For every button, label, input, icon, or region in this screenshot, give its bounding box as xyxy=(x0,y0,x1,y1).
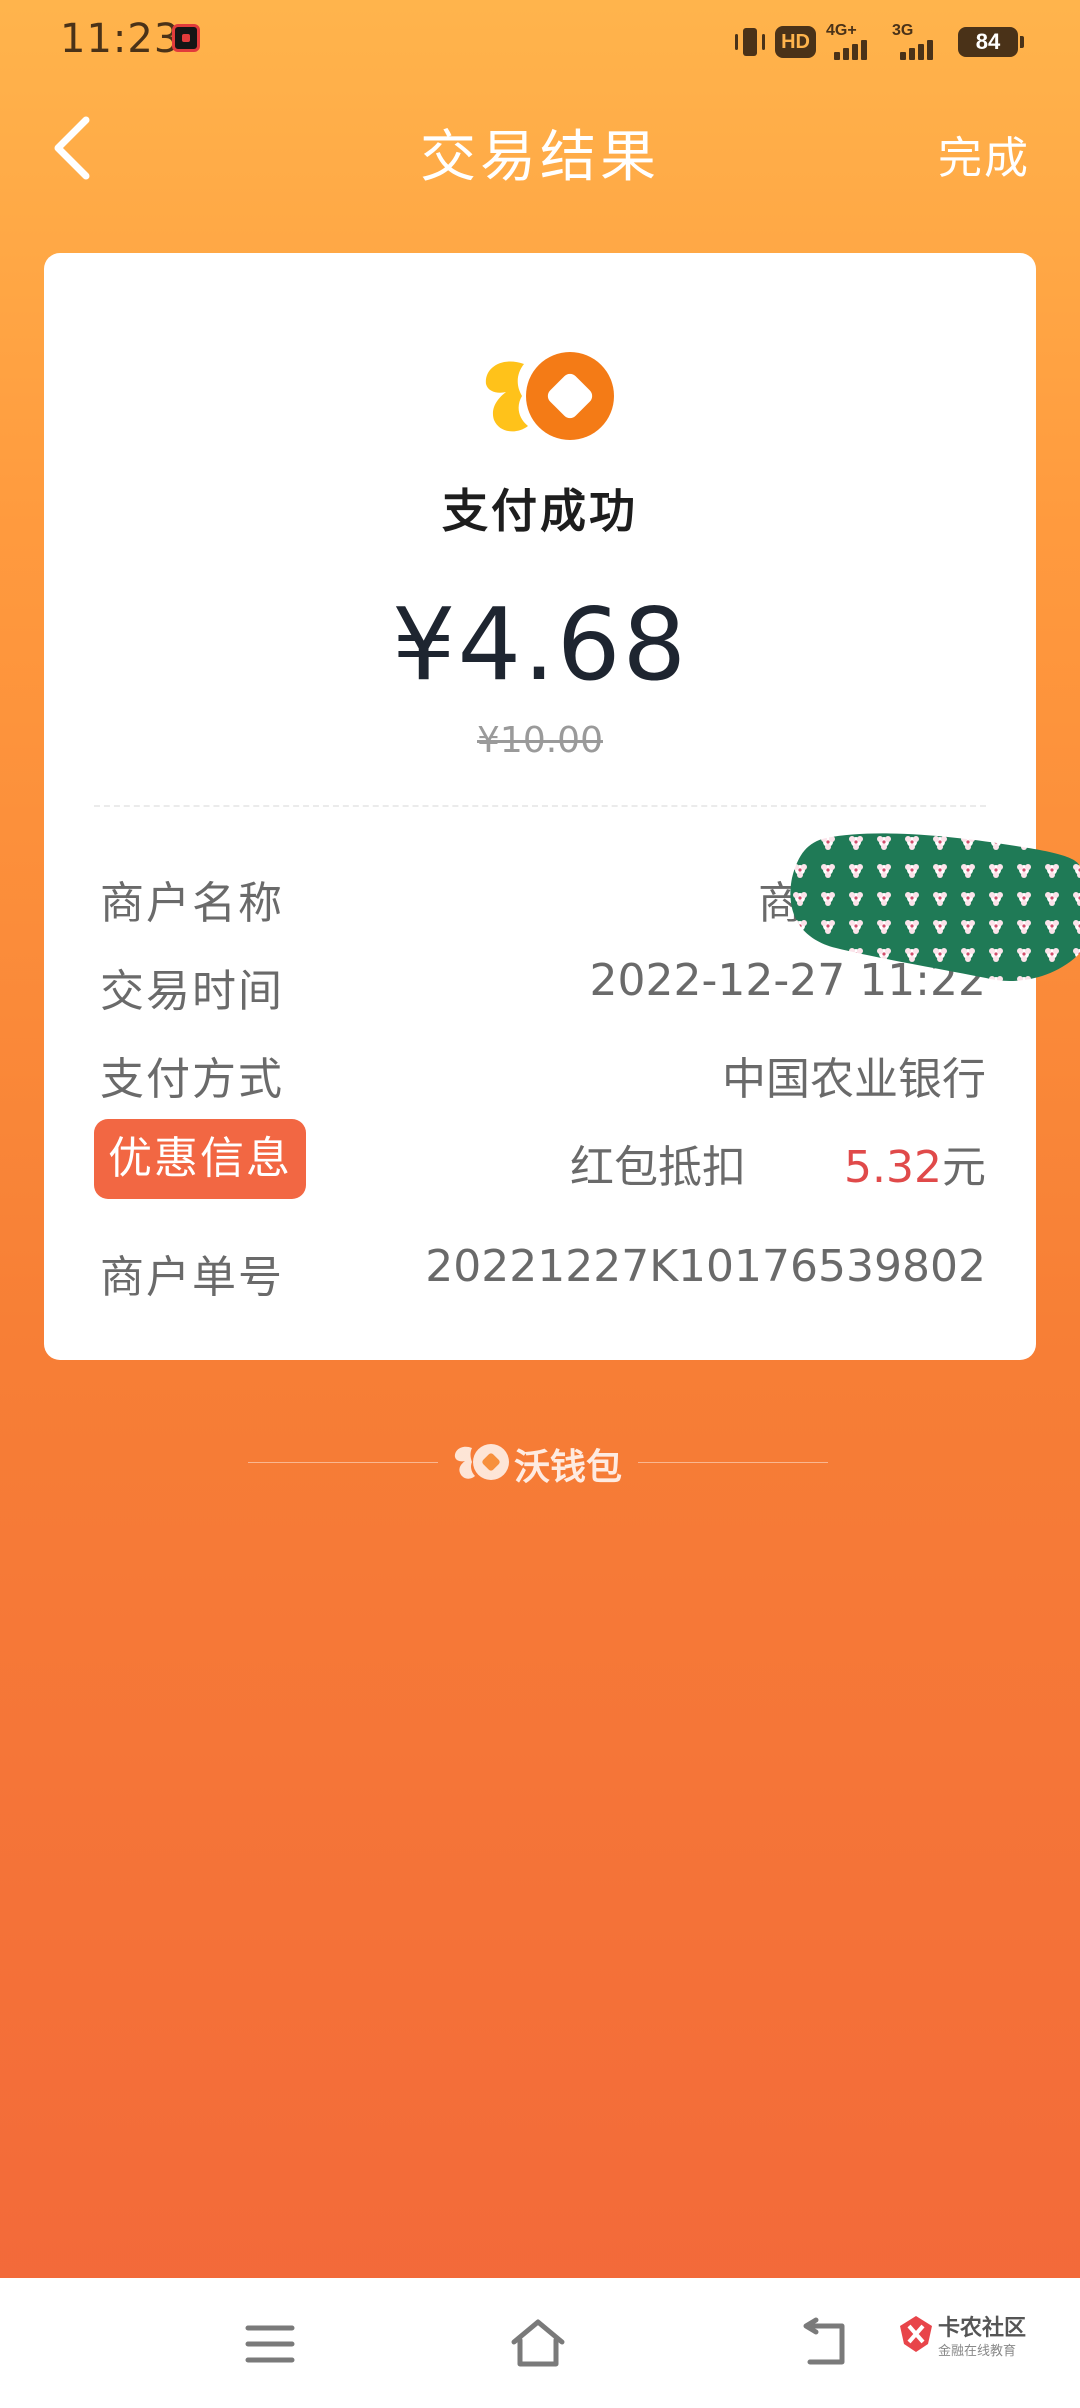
status-bar: 11:23 HD 4G+ 3G 84 xyxy=(0,0,1080,88)
return-icon xyxy=(803,2317,845,2365)
watermark: 卡农社区 金融在线教育 xyxy=(898,2308,1068,2368)
footer-line-left xyxy=(248,1462,438,1463)
transaction-time-label: 交易时间 xyxy=(100,966,284,1017)
battery-icon: 84 xyxy=(958,27,1024,57)
discount-description: 红包抵扣 xyxy=(570,1142,746,1193)
back-nav-button[interactable] xyxy=(796,2316,856,2372)
menu-icon xyxy=(245,2325,295,2363)
status-time: 11:23 xyxy=(60,16,181,62)
vibrate-icon xyxy=(735,24,766,60)
wo-wallet-small-logo-icon xyxy=(454,1444,509,1480)
merchant-name-label: 商户名称 xyxy=(100,878,284,929)
kanong-logo-icon xyxy=(900,2316,932,2352)
footer-brand: 沃钱包 xyxy=(248,1432,828,1492)
footer-brand-name: 沃钱包 xyxy=(514,1447,623,1488)
order-number-value: 20221227K10176539802 xyxy=(425,1241,986,1292)
paid-amount: ¥4.68 xyxy=(391,586,689,703)
divider xyxy=(94,805,986,807)
menu-button[interactable] xyxy=(240,2316,300,2372)
header: 交易结果 完成 xyxy=(0,88,1080,208)
order-number-row: 商户单号 20221227K10176539802 xyxy=(100,1233,986,1303)
payment-method-label: 支付方式 xyxy=(100,1054,284,1105)
done-button[interactable]: 完成 xyxy=(938,122,1030,186)
wo-wallet-logo-icon xyxy=(485,352,614,440)
watermark-name: 卡农社区 xyxy=(938,2316,1027,2341)
home-icon xyxy=(511,2319,565,2367)
discount-label: 优惠信息 xyxy=(94,1119,306,1199)
page-title: 交易结果 xyxy=(420,125,660,190)
footer-line-right xyxy=(638,1462,828,1463)
status-icons: HD 4G+ 3G 84 xyxy=(735,20,1024,64)
watermark-subtitle: 金融在线教育 xyxy=(938,2344,1017,2359)
flower-sticker-redaction xyxy=(790,833,1080,981)
discount-row: 优惠信息 红包抵扣 5.32元 xyxy=(94,1119,986,1199)
discount-unit: 元 xyxy=(942,1142,986,1193)
order-number-label: 商户单号 xyxy=(100,1252,284,1303)
hd-icon: HD xyxy=(775,26,816,58)
payment-method-row: 支付方式 中国农业银行 xyxy=(100,1035,986,1105)
discount-value: 5.32元 xyxy=(844,1131,986,1195)
navigation-bar: 卡农社区 金融在线教育 xyxy=(0,2278,1080,2408)
screen-record-icon xyxy=(172,24,200,52)
transaction-card: 支付成功 ¥4.68 ¥10.00 商户名称 商户 交易时间 2022-12-2… xyxy=(44,253,1036,1360)
signal-3g-icon: 3G xyxy=(892,22,948,62)
original-amount: ¥10.00 xyxy=(477,720,603,761)
discount-amount: 5.32 xyxy=(844,1142,942,1193)
home-button[interactable] xyxy=(508,2316,568,2372)
payment-status: 支付成功 xyxy=(442,484,638,538)
signal-4g-icon: 4G+ xyxy=(826,22,882,62)
payment-method-value: 中国农业银行 xyxy=(722,1054,986,1105)
